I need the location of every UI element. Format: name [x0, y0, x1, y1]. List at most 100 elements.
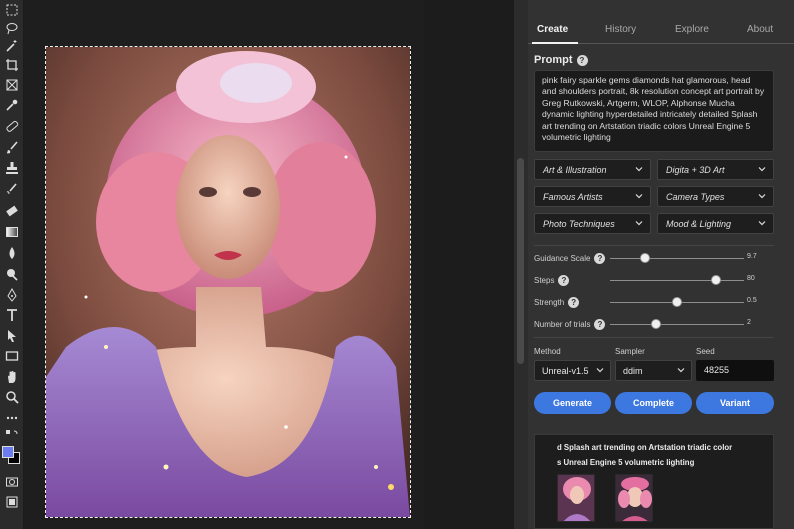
help-icon[interactable]: ? [594, 319, 606, 330]
sampler-select[interactable]: ddim [615, 360, 692, 381]
history-prompt-line: s Unreal Engine 5 volumetric lighting [557, 458, 695, 467]
mood-lighting-dropdown[interactable]: Mood & Lighting [657, 213, 774, 234]
plugin-panel: Create History Explore About Prompt ? pi… [528, 0, 794, 529]
art-illustration-dropdown[interactable]: Art & Illustration [534, 159, 651, 180]
digital-3d-art-dropdown[interactable]: Digita + 3D Art [657, 159, 774, 180]
dropdown-label: Camera Types [666, 192, 725, 202]
history-prompt: d Splash art trending on Artstation tria… [557, 440, 732, 470]
gradient-icon[interactable] [3, 224, 21, 240]
canvas-pasteboard [424, 0, 514, 529]
help-icon[interactable]: ? [558, 275, 570, 286]
slider-track[interactable] [610, 258, 744, 259]
dropdown-label: Photo Techniques [543, 219, 615, 229]
camera-types-dropdown[interactable]: Camera Types [657, 186, 774, 207]
slider-value: 0.5 [747, 297, 757, 304]
help-icon[interactable]: ? [568, 297, 580, 308]
dropdown-label: Mood & Lighting [666, 219, 732, 229]
rectangle-icon[interactable] [3, 348, 21, 364]
slider-thumb[interactable] [639, 253, 650, 263]
slider-value: 9.7 [747, 253, 757, 260]
famous-artists-dropdown[interactable]: Famous Artists [534, 186, 651, 207]
app-window: Create History Explore About Prompt ? pi… [0, 0, 794, 529]
foreground-color-swatch[interactable] [2, 446, 14, 458]
hand-icon[interactable] [3, 369, 21, 385]
more-icon[interactable] [3, 410, 21, 426]
crop-icon[interactable] [3, 57, 21, 73]
slider-label: Guidance Scale? [534, 253, 606, 264]
quick-mask-icon[interactable] [3, 474, 21, 490]
generate-button[interactable]: Generate [534, 392, 611, 414]
tab-explore[interactable]: Explore [675, 24, 709, 35]
healing-brush-icon[interactable] [3, 118, 21, 134]
slider-thumb[interactable] [650, 319, 661, 329]
history-thumbnail[interactable] [557, 474, 595, 522]
chevron-down-icon [635, 194, 643, 199]
lasso-icon[interactable] [3, 20, 21, 36]
slider-label: Strength? [534, 297, 580, 308]
slider-thumb[interactable] [672, 297, 682, 307]
chevron-down-icon [635, 221, 643, 226]
strength-slider: Strength? 0.5 [534, 296, 774, 310]
zoom-icon[interactable] [3, 389, 21, 405]
slider-value: 80 [747, 275, 755, 282]
panel-tabs: Create History Explore About [528, 16, 794, 44]
prompt-textarea[interactable]: pink fairy sparkle gems diamonds hat gla… [534, 70, 774, 152]
screen-mode-icon[interactable] [3, 494, 21, 510]
variant-button[interactable]: Variant [696, 392, 774, 414]
section-divider [534, 245, 774, 246]
photo-techniques-dropdown[interactable]: Photo Techniques [534, 213, 651, 234]
help-icon[interactable]: ? [576, 54, 588, 66]
artwork-image [46, 47, 410, 517]
chevron-down-icon [758, 194, 766, 199]
seed-label: Seed [696, 347, 715, 356]
chevron-down-icon [596, 368, 604, 373]
panel-scrollbar-thumb[interactable] [517, 158, 524, 364]
help-icon[interactable]: ? [594, 253, 606, 264]
slider-value: 2 [747, 319, 751, 326]
complete-button[interactable]: Complete [615, 392, 692, 414]
slider-track[interactable] [610, 280, 744, 281]
slider-label-text: Number of trials [534, 320, 591, 329]
active-tab-indicator [532, 42, 578, 44]
prompt-label-text: Prompt [534, 54, 573, 66]
slider-thumb[interactable] [710, 275, 721, 285]
slider-track[interactable] [610, 324, 744, 325]
sampler-value: ddim [623, 366, 643, 376]
slider-label: Number of trials? [534, 319, 606, 330]
history-brush-icon[interactable] [3, 181, 21, 197]
chevron-down-icon [635, 167, 643, 172]
chevron-down-icon [758, 221, 766, 226]
slider-label-text: Steps [534, 276, 555, 285]
document-canvas[interactable] [24, 0, 424, 529]
tab-history[interactable]: History [605, 24, 636, 35]
blur-icon[interactable] [3, 245, 21, 261]
history-thumbnail[interactable] [615, 474, 653, 522]
steps-slider: Steps? 80 [534, 274, 774, 288]
brush-icon[interactable] [3, 140, 21, 156]
slider-label: Steps? [534, 275, 570, 286]
dropdown-label: Famous Artists [543, 192, 603, 202]
dropdown-label: Art & Illustration [543, 165, 607, 175]
magic-wand-icon[interactable] [3, 38, 21, 54]
eyedropper-icon[interactable] [3, 97, 21, 113]
slider-label-text: Guidance Scale [534, 254, 591, 263]
number-of-trials-slider: Number of trials? 2 [534, 318, 774, 332]
pen-icon[interactable] [3, 287, 21, 303]
dropdown-label: Digita + 3D Art [666, 165, 725, 175]
path-select-icon[interactable] [3, 328, 21, 344]
tab-create[interactable]: Create [537, 24, 568, 35]
swap-colors-icon[interactable] [3, 428, 21, 444]
seed-input[interactable]: 48255 [696, 360, 774, 381]
marquee-icon[interactable] [3, 2, 21, 18]
type-icon[interactable] [3, 307, 21, 323]
sampler-label: Sampler [615, 347, 645, 356]
chevron-down-icon [758, 167, 766, 172]
dodge-icon[interactable] [3, 266, 21, 282]
method-select[interactable]: Unreal-v1.5 [534, 360, 611, 381]
tab-about[interactable]: About [747, 24, 773, 35]
method-value: Unreal-v1.5 [542, 366, 589, 376]
frame-icon[interactable] [3, 77, 21, 93]
method-label: Method [534, 347, 561, 356]
eraser-icon[interactable] [3, 203, 21, 219]
clone-stamp-icon[interactable] [3, 160, 21, 176]
